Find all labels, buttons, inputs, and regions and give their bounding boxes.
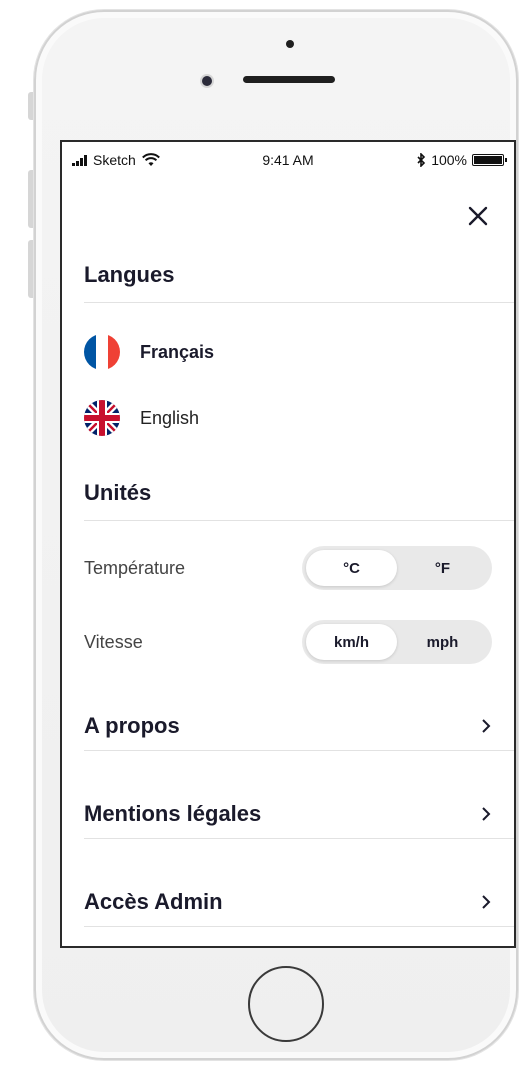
chevron-right-icon: [482, 895, 491, 909]
admin-divider: [84, 926, 514, 927]
temperature-label: Température: [84, 557, 186, 578]
front-camera: [202, 76, 212, 86]
units-title: Unités: [84, 480, 152, 505]
about-divider: [84, 750, 514, 751]
status-bar: Sketch 9:41 AM 100%: [62, 142, 514, 178]
legal-divider: [84, 838, 514, 839]
legal-label: Mentions légales: [84, 801, 262, 826]
temperature-row: Température °C °F: [84, 546, 492, 590]
settings-screen: Sketch 9:41 AM 100% Langues Français Eng…: [60, 140, 516, 948]
language-item-english[interactable]: English: [84, 400, 199, 436]
earpiece-speaker: [243, 76, 335, 83]
mph-option[interactable]: mph: [397, 624, 488, 660]
home-button[interactable]: [248, 966, 324, 1042]
chevron-right-icon: [482, 719, 491, 733]
about-row[interactable]: A propos: [84, 706, 492, 746]
admin-label: Accès Admin: [84, 889, 223, 914]
language-label-english: English: [140, 407, 200, 428]
legal-row[interactable]: Mentions légales: [84, 794, 492, 834]
speed-label: Vitesse: [84, 631, 143, 652]
speed-toggle[interactable]: km/h mph: [302, 620, 492, 664]
close-icon[interactable]: [464, 202, 492, 230]
languages-divider: [84, 302, 514, 303]
battery-icon: [472, 154, 507, 166]
france-flag-icon: [84, 334, 120, 370]
kmh-option[interactable]: km/h: [306, 624, 397, 660]
battery-percent: 100%: [431, 152, 467, 168]
about-label: A propos: [84, 713, 180, 738]
units-divider: [84, 520, 514, 521]
proximity-sensor: [286, 40, 294, 48]
celsius-option[interactable]: °C: [306, 550, 397, 586]
languages-title: Langues: [84, 262, 175, 287]
admin-row[interactable]: Accès Admin: [84, 882, 492, 922]
speed-row: Vitesse km/h mph: [84, 620, 492, 664]
temperature-toggle[interactable]: °C °F: [302, 546, 492, 590]
bluetooth-icon: [417, 153, 426, 167]
fahrenheit-option[interactable]: °F: [397, 550, 488, 586]
language-label-french: Français: [140, 341, 215, 362]
chevron-right-icon: [482, 807, 491, 821]
uk-flag-icon: [84, 400, 120, 436]
battery-level: [474, 156, 502, 164]
language-item-french[interactable]: Français: [84, 334, 214, 370]
